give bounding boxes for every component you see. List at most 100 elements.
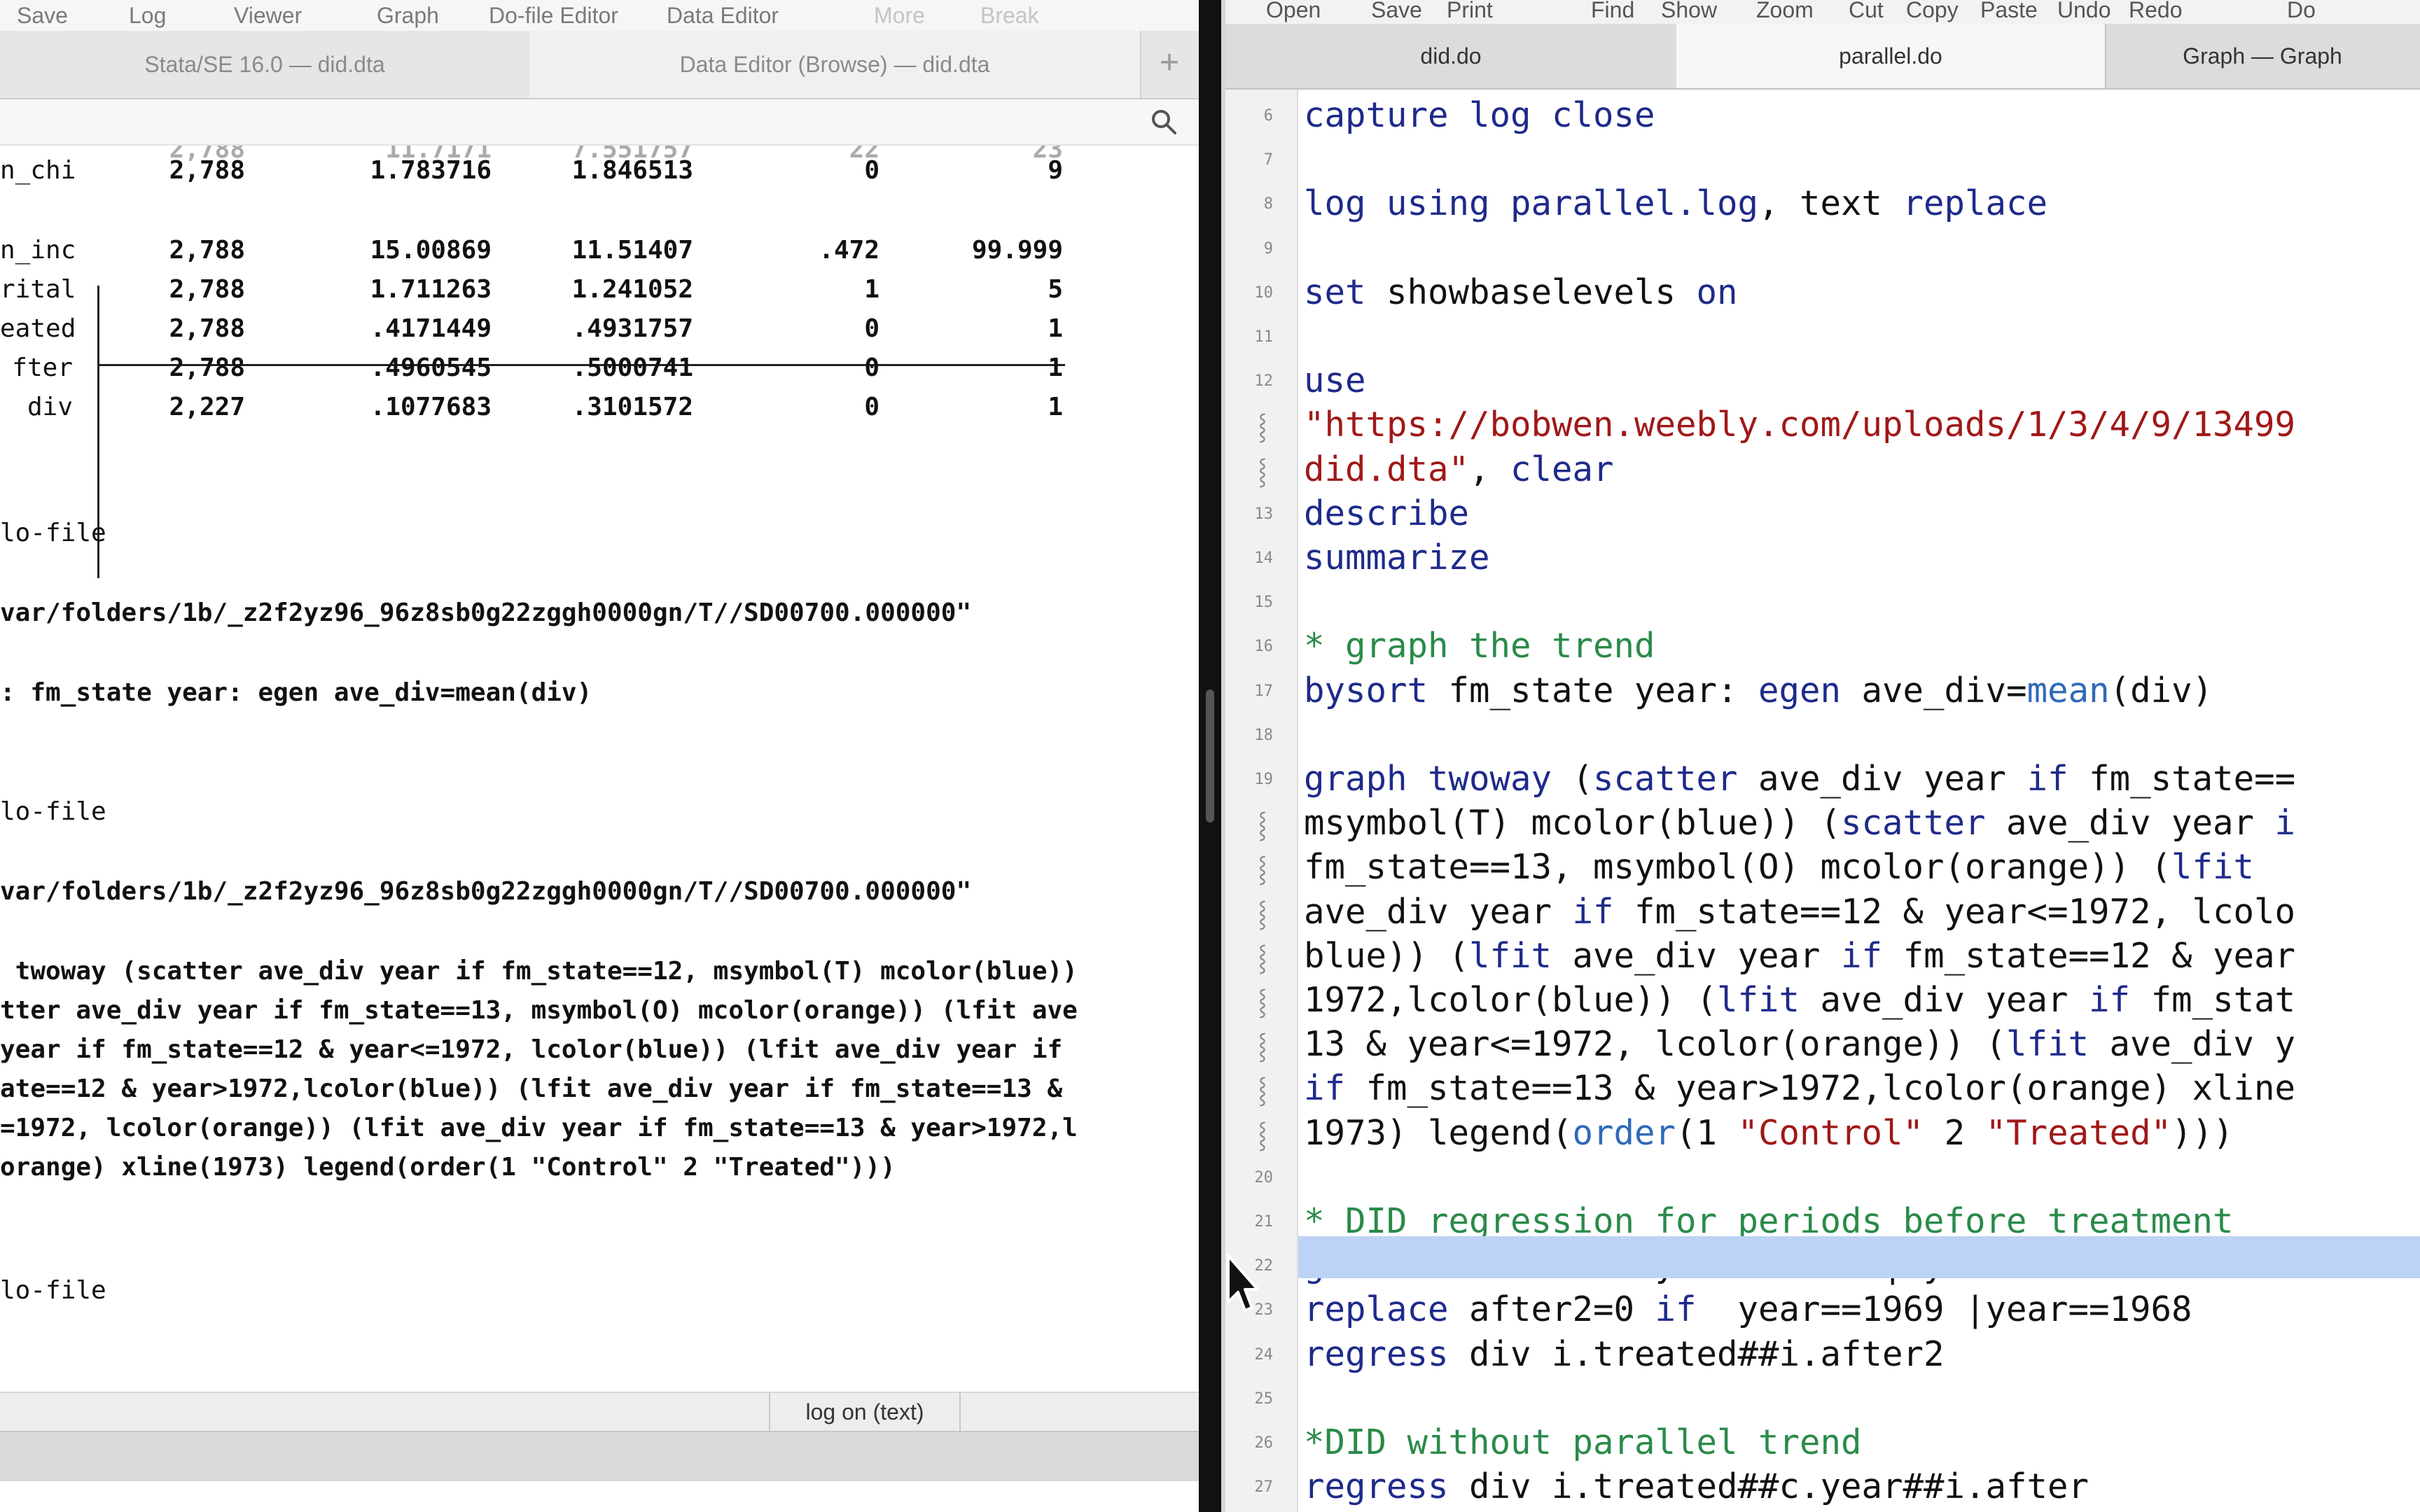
table-cell: 1.241052 (571, 275, 693, 304)
table-cell: 1.846513 (571, 156, 693, 185)
editor-toolbar-print-button[interactable]: Print (1447, 0, 1493, 24)
code-line[interactable]: *DID without parallel trend (1304, 1420, 1862, 1464)
line-number: 6 (1263, 107, 1273, 125)
code-token: * graph the trend (1304, 626, 1655, 666)
table-row-label: n_chi (0, 156, 76, 185)
editor-toolbar-open-button[interactable]: Open (1266, 0, 1321, 24)
window-tab-data-editor[interactable]: Data Editor (Browse) — did.dta (529, 31, 1141, 98)
code-token: clear (1510, 449, 1614, 489)
code-line[interactable]: regress div i.treated##c.year##i.after (1304, 1464, 2089, 1508)
editor-toolbar-show-button[interactable]: Show (1661, 0, 1717, 24)
code-line[interactable]: ave_div year if fm_state==12 & year<=197… (1304, 890, 2295, 934)
code-token: bysort (1304, 670, 1428, 710)
toolbar-button-do-file-editor[interactable]: Do-file Editor (489, 0, 618, 31)
code-line[interactable]: use (1304, 358, 1366, 402)
code-area[interactable]: capture log close log using parallel.log,… (1298, 90, 2420, 1512)
code-token: ave_div year (1800, 980, 2089, 1020)
code-line[interactable]: * graph the trend (1304, 624, 1655, 668)
table-cell: .4171449 (370, 314, 492, 343)
code-line[interactable]: bysort fm_state year: egen ave_div=mean(… (1304, 668, 2213, 713)
editor-toolbar-redo-button[interactable]: Redo (2129, 0, 2183, 24)
code-line[interactable]: describe (1304, 491, 1469, 536)
code-line[interactable]: set showbaselevels on (1304, 270, 1738, 314)
editor-toolbar-find-button[interactable]: Find (1591, 0, 1634, 24)
editor-toolbar-zoom-button[interactable]: Zoom (1756, 0, 1814, 24)
editor-tab-did-do[interactable]: did.do (1225, 24, 1678, 88)
status-bar: log on (text) (0, 1392, 1199, 1431)
code-token: "https://bobwen.weebly.com/uploads/1/3/4… (1304, 405, 2296, 445)
code-token: ave_div year (1304, 891, 1573, 932)
editor-toolbar: Open Save Print Find Show Zoom Cut Copy Paste Und… (1225, 0, 2420, 24)
code-line[interactable]: summarize (1304, 536, 1490, 580)
code-line[interactable]: capture log close (1304, 93, 1655, 137)
code-line[interactable]: 1973) legend(order(1 "Control" 2 "Treate… (1304, 1111, 2234, 1155)
results-pane: 2,788 11.7171 7.551757 22 23 n_chi 2,788 1.7837… (0, 146, 1199, 1392)
code-line[interactable]: blue)) (lfit ave_div year if fm_state==1… (1304, 934, 2295, 978)
table-row-label: div (27, 393, 73, 421)
code-token: 1973) legend( (1304, 1112, 1573, 1153)
code-line[interactable]: replace after2=0 if year==1969 |year==19… (1304, 1287, 2192, 1331)
code-line[interactable]: "https://bobwen.weebly.com/uploads/1/3/4… (1304, 402, 2295, 447)
code-line[interactable]: if fm_state==13 & year>1972,lcolor(orang… (1304, 1066, 2295, 1110)
table-cell: 9 (1048, 156, 1063, 185)
code-line[interactable]: graph twoway (scatter ave_div year if fm… (1304, 757, 2295, 801)
results-line: lo-file (0, 797, 106, 826)
toolbar-button-data-editor[interactable]: Data Editor (667, 0, 779, 31)
toolbar-button-log[interactable]: Log (129, 0, 166, 31)
toolbar-button-graph[interactable]: Graph (377, 0, 439, 31)
editor-tab-graph[interactable]: Graph — Graph (2105, 24, 2420, 88)
command-window[interactable] (0, 1431, 1199, 1481)
code-token: on (1696, 272, 1738, 312)
code-token: fm_state== (2068, 759, 2296, 799)
code-line[interactable]: regress div i.treated##i.after2 (1304, 1332, 1945, 1376)
code-token: blue)) ( (1304, 935, 1470, 976)
code-token: lfit (1717, 980, 1800, 1020)
results-line: orange) xline(1973) legend(order(1 "Cont… (0, 1153, 896, 1182)
new-tab-button[interactable]: + (1140, 31, 1199, 98)
code-token: if (1841, 935, 1883, 976)
line-number: 25 (1254, 1390, 1274, 1408)
results-line: year if fm_state==12 & year<=1972, lcolo… (0, 1035, 1063, 1064)
line-number: 21 (1254, 1213, 1274, 1231)
results-line: tter ave_div year if fm_state==13, msymb… (0, 996, 1078, 1025)
table-cell: 5 (1048, 275, 1063, 304)
code-token: fm_stat (2130, 980, 2296, 1020)
editor-toolbar-save-button[interactable]: Save (1371, 0, 1422, 24)
toolbar-button-more[interactable]: More (874, 0, 925, 31)
code-line[interactable]: msymbol(T) mcolor(blue)) (scatter ave_di… (1304, 801, 2295, 845)
code-token: replace (1304, 1289, 1449, 1330)
line-number: 15 (1254, 594, 1274, 612)
table-cell: 1 (864, 275, 879, 304)
editor-toolbar-do-button[interactable]: Do (2287, 0, 2316, 24)
toolbar-button-viewer[interactable]: Viewer (234, 0, 302, 31)
divider-drag-handle[interactable] (1206, 690, 1214, 822)
line-wrap-icon: ⸾ (1258, 1076, 1267, 1105)
line-wrap-icon: ⸾ (1258, 1032, 1267, 1061)
editor-toolbar-paste-button[interactable]: Paste (1980, 0, 2038, 24)
code-line[interactable]: did.dta", clear (1304, 447, 1614, 491)
editor-toolbar-cut-button[interactable]: Cut (1849, 0, 1884, 24)
editor-toolbar-undo-button[interactable]: Undo (2057, 0, 2111, 24)
log-status-indicator[interactable]: log on (text) (769, 1393, 961, 1431)
editor-toolbar-copy-button[interactable]: Copy (1906, 0, 1959, 24)
results-line: lo-file (0, 1276, 106, 1305)
code-token: (1 (1676, 1112, 1738, 1153)
search-icon[interactable] (1148, 106, 1179, 137)
code-token: "Treated" (1985, 1112, 2172, 1153)
toolbar-button-save[interactable]: Save (17, 0, 68, 31)
code-line[interactable]: fm_state==13, msymbol(O) mcolor(orange))… (1304, 845, 2254, 889)
line-wrap-icon: ⸾ (1258, 412, 1267, 442)
code-token: order (1572, 1112, 1676, 1153)
code-line[interactable]: 13 & year<=1972, lcolor(orange)) (lfit a… (1304, 1022, 2295, 1066)
line-number: 11 (1254, 328, 1274, 346)
table-row-label: eated (0, 314, 76, 343)
code-line[interactable]: log using parallel.log, text replace (1304, 181, 2047, 225)
window-tab-results[interactable]: Stata/SE 16.0 — did.dta (0, 31, 531, 98)
code-token: lfit (1469, 935, 1552, 976)
toolbar-button-break[interactable]: Break (980, 0, 1039, 31)
code-line[interactable]: 1972,lcolor(blue)) (lfit ave_div year if… (1304, 978, 2295, 1022)
editor-tab-parallel-do[interactable]: parallel.do (1676, 24, 2106, 88)
code-token: "Control" (1737, 1112, 1924, 1153)
table-row-label: rital (0, 275, 76, 304)
results-search-bar (0, 99, 1199, 146)
